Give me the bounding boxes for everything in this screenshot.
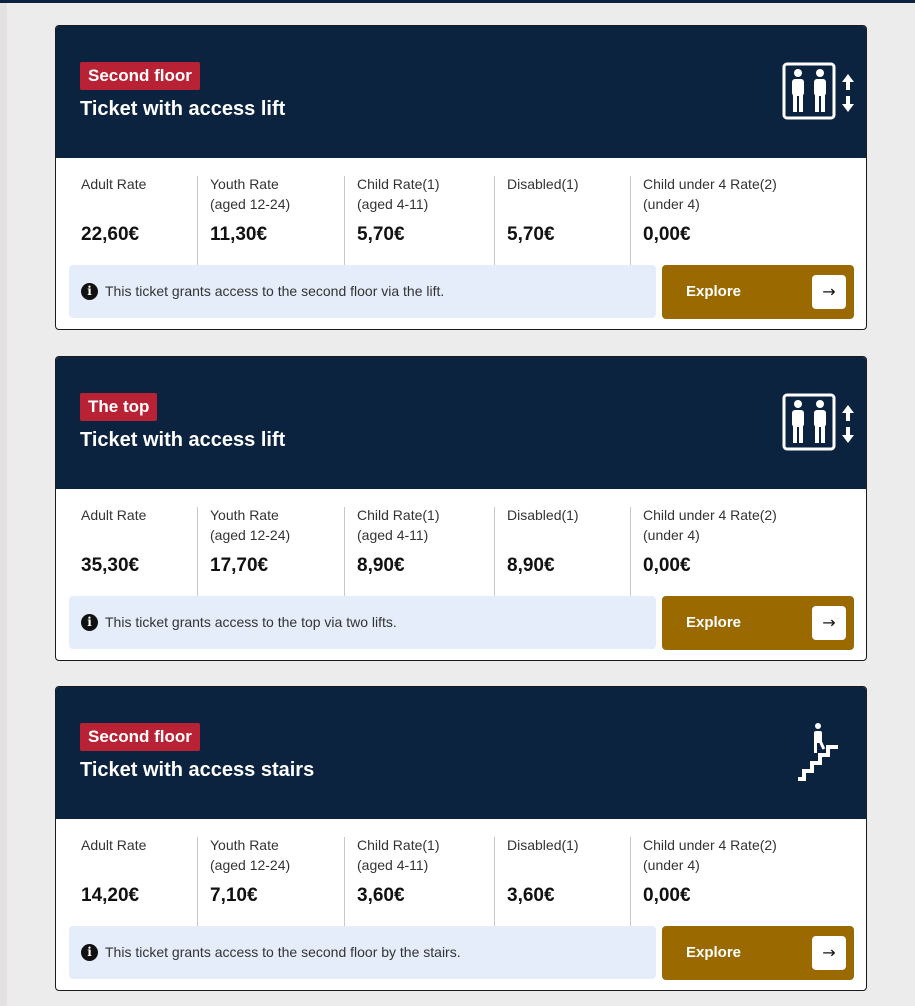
rate-label: Child Rate(1)	[357, 507, 440, 523]
rates-row: Adult Rate 22,60€ Youth Rate (aged 12-24…	[56, 176, 866, 266]
rate-label: Child Rate(1)	[357, 176, 440, 192]
rate-price: 5,70€	[357, 224, 405, 245]
ticket-card: Second floor Ticket with access lift Adu…	[55, 25, 867, 330]
info-text: This ticket grants access to the second …	[105, 944, 461, 960]
rate-label: Adult Rate	[81, 176, 147, 192]
rate-price: 0,00€	[643, 224, 691, 245]
explore-button[interactable]: Explore →	[662, 265, 854, 319]
rate-label: Youth Rate	[210, 507, 279, 523]
floor-badge: Second floor	[80, 723, 200, 751]
rate-sub: (aged 12-24)	[210, 196, 291, 212]
rate-label: Disabled(1)	[507, 507, 579, 523]
ticket-title: Ticket with access stairs	[80, 759, 315, 781]
arrow-right-icon: →	[812, 606, 846, 640]
card-header: The top Ticket with access lift	[56, 357, 866, 489]
rate-label: Child Rate(1)	[357, 837, 440, 853]
rate-sub: (aged 4-11)	[357, 527, 429, 543]
rates-row: Adult Rate 14,20€ Youth Rate (aged 12-24…	[56, 837, 866, 927]
lift-icon	[782, 62, 854, 120]
rate-label: Child under 4 Rate(2)	[643, 837, 777, 853]
rate-price: 0,00€	[643, 885, 691, 906]
stairs-icon	[798, 723, 838, 781]
rate-adult: Adult Rate 22,60€	[69, 176, 197, 266]
rate-child-under-4: Child under 4 Rate(2) (under 4) 0,00€	[630, 176, 851, 266]
ticket-title: Ticket with access lift	[80, 429, 286, 451]
rate-youth: Youth Rate (aged 12-24) 17,70€	[197, 507, 344, 597]
rate-price: 7,10€	[210, 885, 258, 906]
rate-child: Child Rate(1) (aged 4-11) 8,90€	[344, 507, 494, 597]
rate-label: Youth Rate	[210, 837, 279, 853]
info-icon: i	[81, 283, 98, 300]
lift-icon	[782, 393, 854, 451]
rate-label: Adult Rate	[81, 507, 147, 523]
rate-price: 14,20€	[81, 885, 140, 906]
rate-label: Child under 4 Rate(2)	[643, 176, 777, 192]
rate-label: Adult Rate	[81, 837, 147, 853]
rate-sub: (aged 4-11)	[357, 857, 429, 873]
explore-button[interactable]: Explore →	[662, 596, 854, 650]
rate-sub: (aged 12-24)	[210, 527, 291, 543]
rate-disabled: Disabled(1) 8,90€	[494, 507, 631, 597]
rate-disabled: Disabled(1) 5,70€	[494, 176, 631, 266]
rate-price: 3,60€	[507, 885, 555, 906]
rate-label: Disabled(1)	[507, 176, 579, 192]
explore-label: Explore	[686, 614, 742, 631]
rate-price: 35,30€	[81, 555, 140, 576]
rate-label: Disabled(1)	[507, 837, 579, 853]
rate-price: 17,70€	[210, 555, 269, 576]
rate-sub: (under 4)	[643, 857, 700, 873]
rate-child-under-4: Child under 4 Rate(2) (under 4) 0,00€	[630, 837, 851, 927]
rate-adult: Adult Rate 14,20€	[69, 837, 197, 927]
rate-child-under-4: Child under 4 Rate(2) (under 4) 0,00€	[630, 507, 851, 597]
explore-label: Explore	[686, 944, 742, 961]
rate-child: Child Rate(1) (aged 4-11) 3,60€	[344, 837, 494, 927]
info-icon: i	[81, 614, 98, 631]
rate-label: Youth Rate	[210, 176, 279, 192]
explore-button[interactable]: Explore →	[662, 926, 854, 980]
rate-sub: (aged 12-24)	[210, 857, 291, 873]
rate-youth: Youth Rate (aged 12-24) 11,30€	[197, 176, 344, 266]
rates-row: Adult Rate 35,30€ Youth Rate (aged 12-24…	[56, 507, 866, 597]
floor-badge: Second floor	[80, 62, 200, 90]
info-box: i This ticket grants access to the secon…	[69, 265, 656, 318]
rate-label: Child under 4 Rate(2)	[643, 507, 777, 523]
ticket-card: Second floor Ticket with access stairs A…	[55, 686, 867, 991]
ticket-title: Ticket with access lift	[80, 98, 286, 120]
rate-price: 0,00€	[643, 555, 691, 576]
ticket-card: The top Ticket with access lift Adult Ra…	[55, 356, 867, 661]
explore-label: Explore	[686, 283, 742, 300]
rate-youth: Youth Rate (aged 12-24) 7,10€	[197, 837, 344, 927]
info-text: This ticket grants access to the top via…	[105, 614, 397, 630]
rate-price: 22,60€	[81, 224, 140, 245]
info-text: This ticket grants access to the second …	[105, 283, 445, 299]
card-header: Second floor Ticket with access lift	[56, 26, 866, 158]
rate-sub: (aged 4-11)	[357, 196, 429, 212]
info-icon: i	[81, 944, 98, 961]
rate-price: 5,70€	[507, 224, 555, 245]
rate-disabled: Disabled(1) 3,60€	[494, 837, 631, 927]
card-header: Second floor Ticket with access stairs	[56, 687, 866, 819]
arrow-right-icon: →	[812, 275, 846, 309]
arrow-right-icon: →	[812, 936, 846, 970]
floor-badge: The top	[80, 393, 158, 421]
rate-price: 3,60€	[357, 885, 405, 906]
rate-price: 11,30€	[210, 224, 268, 245]
info-box: i This ticket grants access to the top v…	[69, 596, 656, 649]
info-box: i This ticket grants access to the secon…	[69, 926, 656, 979]
rate-sub: (under 4)	[643, 527, 700, 543]
rate-sub: (under 4)	[643, 196, 700, 212]
rate-child: Child Rate(1) (aged 4-11) 5,70€	[344, 176, 494, 266]
left-rail	[0, 0, 7, 1006]
rate-price: 8,90€	[357, 555, 405, 576]
rate-price: 8,90€	[507, 555, 555, 576]
rate-adult: Adult Rate 35,30€	[69, 507, 197, 597]
top-divider	[0, 0, 915, 3]
